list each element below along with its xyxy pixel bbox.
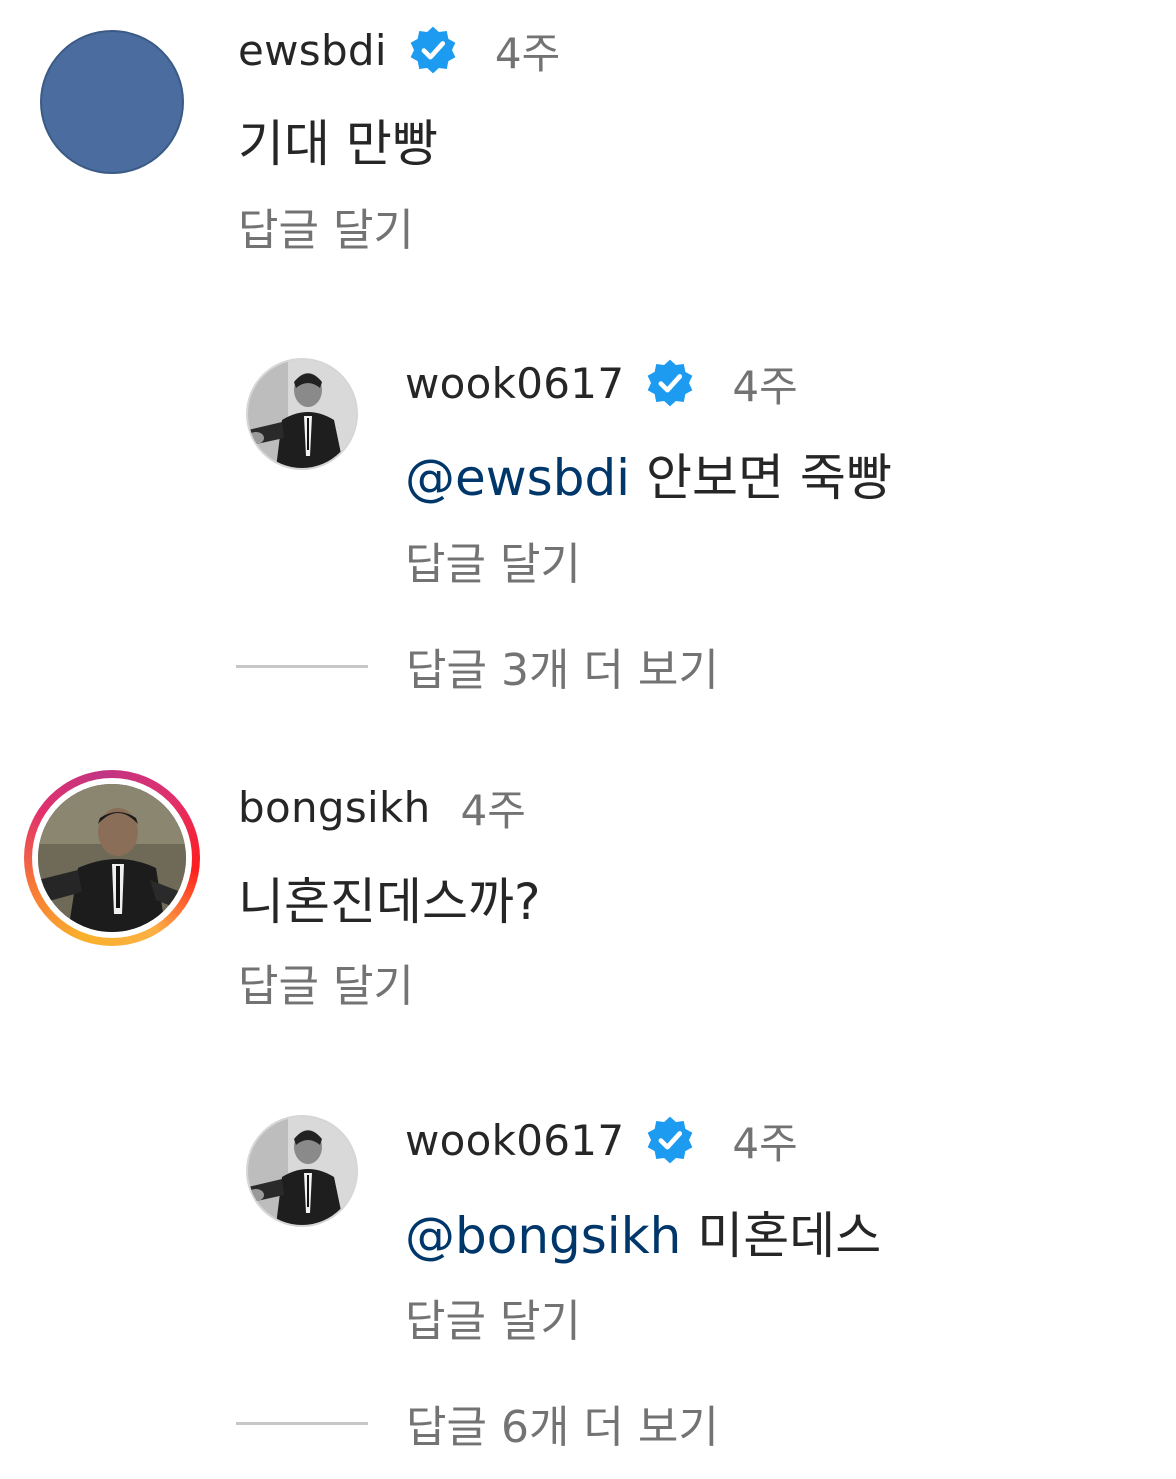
username[interactable]: bongsikh (238, 783, 431, 832)
username[interactable]: ewsbdi (238, 26, 387, 75)
timestamp: 4주 (494, 28, 561, 78)
view-more-replies-label[interactable]: 답글 6개 더 보기 (406, 1391, 719, 1455)
verified-badge-icon (647, 359, 693, 407)
timestamp: 4주 (460, 785, 526, 835)
avatar[interactable] (40, 30, 184, 174)
reply-button[interactable]: 답글 달기 (405, 1285, 581, 1349)
reply-button[interactable]: 답글 달기 (238, 950, 414, 1014)
timestamp: 4주 (732, 361, 798, 411)
reply-body: 안보면 죽빵 (630, 449, 892, 507)
reply-header: wook0617 4주 (405, 1112, 798, 1168)
view-more-replies[interactable]: 답글 6개 더 보기 (236, 1395, 719, 1453)
comment-text: 니혼진데스까? (238, 873, 541, 931)
profile-photo (248, 1117, 356, 1225)
reply-button[interactable]: 답글 달기 (238, 194, 414, 258)
reply-button[interactable]: 답글 달기 (405, 528, 581, 592)
reply-body: 미혼데스 (681, 1207, 882, 1265)
mention-link[interactable]: @bongsikh (405, 1207, 681, 1265)
avatar-story-ring[interactable] (24, 770, 200, 946)
timestamp: 4주 (732, 1118, 798, 1168)
view-more-replies-label[interactable]: 답글 3개 더 보기 (406, 634, 719, 698)
avatar[interactable] (246, 358, 358, 470)
reply-text: @bongsikh 미혼데스 (405, 1196, 881, 1268)
username[interactable]: wook0617 (405, 359, 624, 408)
profile-photo (38, 784, 186, 932)
reply-header: wook0617 4주 (405, 355, 798, 411)
comment-header: bongsikh 4주 (238, 779, 526, 835)
reply-text: @ewsbdi 안보면 죽빵 (405, 438, 892, 510)
divider-line (236, 664, 368, 668)
divider-line (236, 1421, 368, 1425)
mention-link[interactable]: @ewsbdi (405, 449, 630, 507)
avatar (38, 784, 186, 932)
avatar[interactable] (246, 1115, 358, 1227)
view-more-replies[interactable]: 답글 3개 더 보기 (236, 638, 719, 696)
comment-text: 기대 만빵 (238, 115, 438, 173)
profile-photo (248, 360, 356, 468)
username[interactable]: wook0617 (405, 1116, 624, 1165)
verified-badge-icon (647, 1116, 693, 1164)
verified-badge-icon (410, 26, 456, 74)
comment-header: ewsbdi 4주 (238, 22, 560, 78)
